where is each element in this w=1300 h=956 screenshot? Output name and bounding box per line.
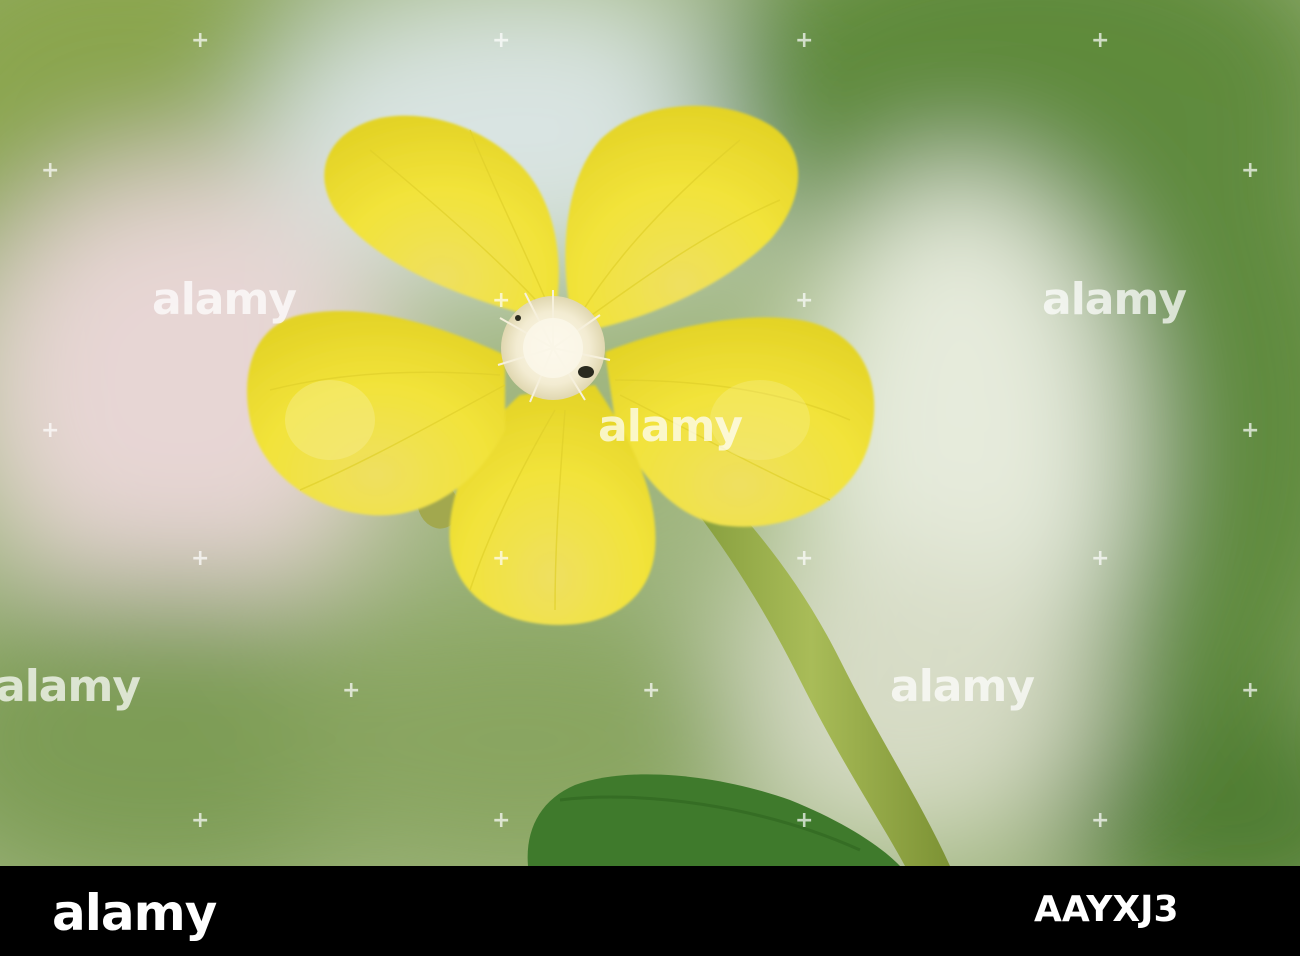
watermark-plus: + [795,288,814,313]
watermark-logo: alamy [0,661,141,712]
watermark-plus: + [642,678,661,703]
watermark-plus: + [1091,546,1110,571]
alamy-logo: alamy [52,884,217,942]
watermark-plus: + [795,546,814,571]
watermark-plus: + [1241,678,1260,703]
watermark-logo: alamy [890,661,1035,712]
watermark-plus: + [492,288,511,313]
flower-photo: alamy alamy alamy alamy alamy + + + + + … [0,0,1300,866]
watermark-logo: alamy [1042,274,1187,325]
watermark-logo: alamy [152,274,297,325]
watermark-plus: + [1091,28,1110,53]
watermark-plus: + [492,808,511,833]
watermark-plus: + [795,28,814,53]
watermark-plus: + [1091,808,1110,833]
watermark-plus: + [191,546,210,571]
watermark-plus: + [342,678,361,703]
watermark-plus: + [41,418,60,443]
watermark-plus: + [41,158,60,183]
image-id-label: AAYXJ3 [1034,889,1179,930]
watermark-plus: + [191,28,210,53]
footer-bar: alamy AAYXJ3 [0,866,1300,956]
watermark-plus: + [1241,158,1260,183]
watermark-logo: alamy [598,401,743,452]
watermark-plus: + [191,808,210,833]
watermark-plus: + [492,28,511,53]
watermark-plus: + [1241,418,1260,443]
watermark-plus: + [795,808,814,833]
watermark-plus: + [492,546,511,571]
